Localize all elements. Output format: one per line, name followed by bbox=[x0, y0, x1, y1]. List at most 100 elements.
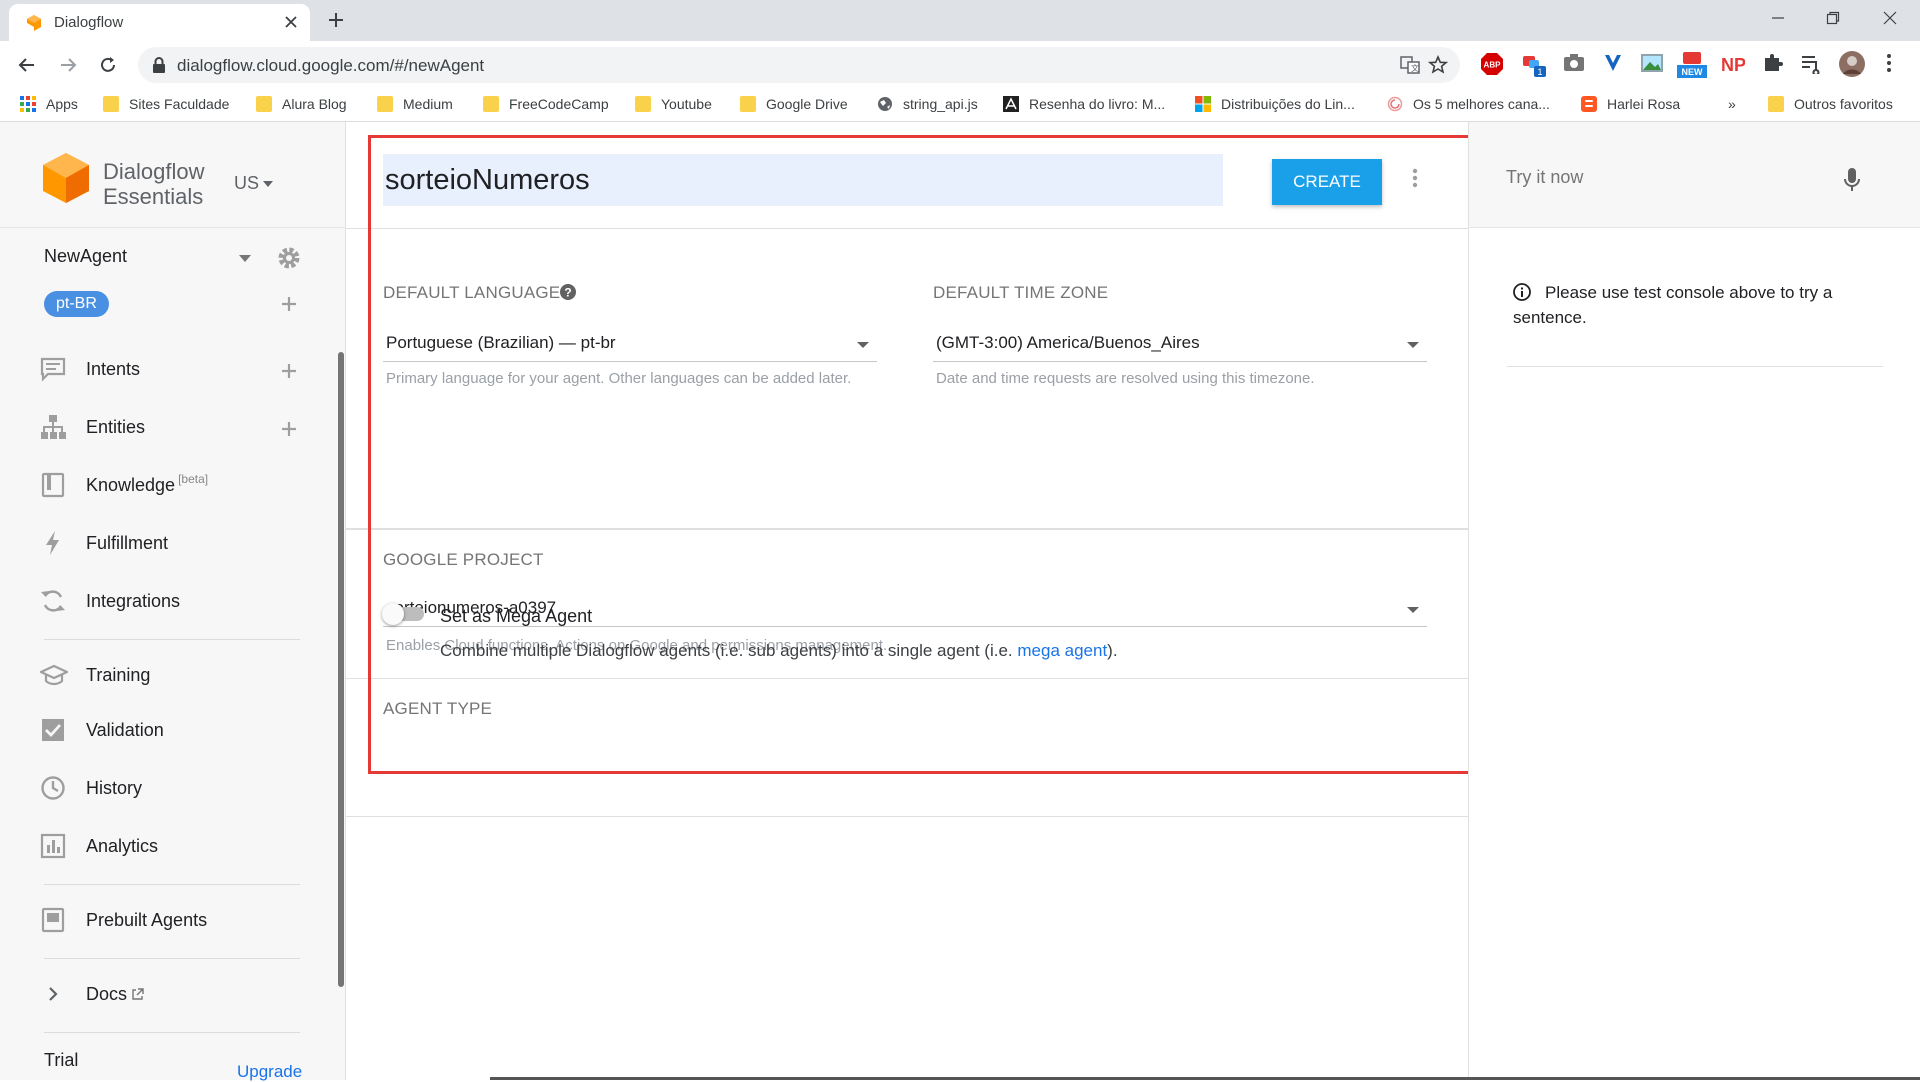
google-project-label: GOOGLE PROJECT bbox=[383, 550, 544, 569]
close-tab-icon[interactable] bbox=[284, 15, 298, 29]
sidebar-item-docs[interactable]: Docs bbox=[40, 979, 144, 1009]
default-time-zone-hint: Date and time requests are resolved usin… bbox=[936, 370, 1315, 387]
add-language-icon[interactable] bbox=[281, 296, 297, 312]
sidebar-scrollbar[interactable] bbox=[338, 352, 344, 987]
bookmark-youtube[interactable]: Youtube bbox=[635, 96, 712, 112]
avatar[interactable] bbox=[1838, 50, 1866, 78]
create-button[interactable]: CREATE bbox=[1272, 159, 1382, 205]
default-language-select[interactable]: Portuguese (Brazilian) — pt-br bbox=[383, 328, 877, 362]
gear-icon[interactable] bbox=[276, 245, 302, 271]
chevron-right-icon bbox=[40, 981, 66, 1007]
new-tab-icon[interactable] bbox=[327, 11, 345, 29]
trial-label: Trial bbox=[44, 1050, 79, 1070]
default-language-hint: Primary language for your agent. Other l… bbox=[386, 370, 852, 387]
help-icon[interactable]: ? bbox=[560, 284, 576, 300]
svg-text:1: 1 bbox=[1537, 67, 1542, 77]
agent-name-input[interactable] bbox=[383, 154, 1223, 206]
minimize-icon[interactable] bbox=[1770, 10, 1786, 26]
language-timezone-section: DEFAULT LANGUAGE ? Portuguese (Brazilian… bbox=[346, 229, 1468, 529]
agent-type-label: AGENT TYPE bbox=[383, 699, 493, 718]
mega-agent-link[interactable]: mega agent bbox=[1017, 641, 1107, 660]
np-extension-icon[interactable]: NP bbox=[1721, 54, 1745, 74]
bookmark-star-icon[interactable] bbox=[1428, 55, 1448, 75]
beta-badge: [beta] bbox=[178, 472, 209, 486]
try-it-now-input[interactable]: Try it now bbox=[1506, 167, 1583, 188]
book-logo-icon bbox=[1003, 96, 1019, 112]
sidebar-item-history[interactable]: History bbox=[40, 773, 142, 803]
adblock-plus-icon[interactable]: ABP bbox=[1480, 52, 1504, 76]
folder-icon bbox=[1768, 96, 1784, 112]
sidebar-item-validation[interactable]: Validation bbox=[40, 715, 164, 745]
sidebar-divider bbox=[44, 884, 300, 885]
bookmarks-overflow[interactable]: » bbox=[1728, 96, 1736, 112]
camera-icon[interactable] bbox=[1563, 52, 1585, 72]
reading-list-icon[interactable] bbox=[1800, 52, 1822, 74]
back-icon[interactable] bbox=[17, 55, 37, 75]
sidebar-item-fulfillment[interactable]: Fulfillment bbox=[40, 528, 168, 558]
bookmark-resenha[interactable]: Resenha do livro: M... bbox=[1003, 96, 1165, 112]
bookmark-os-5-melhores[interactable]: Os 5 melhores cana... bbox=[1387, 96, 1550, 112]
bookmark-distribuicoes[interactable]: Distribuições do Lin... bbox=[1195, 96, 1355, 112]
forward-icon[interactable] bbox=[58, 55, 78, 75]
bookmark-string-api[interactable]: string_api.js bbox=[877, 96, 978, 112]
add-entity-icon[interactable] bbox=[281, 421, 297, 437]
bookmark-freecodecamp[interactable]: FreeCodeCamp bbox=[483, 96, 609, 112]
knowledge-icon bbox=[40, 472, 66, 498]
address-bar[interactable]: dialogflow.cloud.google.com/#/newAgent 文 bbox=[138, 47, 1460, 83]
bookmark-apps[interactable]: Apps bbox=[20, 96, 78, 112]
browser-menu-icon[interactable] bbox=[1886, 52, 1892, 74]
globe-icon bbox=[877, 96, 893, 112]
folder-icon bbox=[103, 96, 119, 112]
sidebar-item-analytics[interactable]: Analytics bbox=[40, 831, 158, 861]
logo-area: Dialogflow Essentials US bbox=[0, 122, 346, 228]
caret-down-icon bbox=[1407, 607, 1419, 613]
agent-selector[interactable]: NewAgent bbox=[44, 246, 127, 267]
blogger-icon bbox=[1581, 96, 1597, 112]
reload-icon[interactable] bbox=[98, 55, 118, 75]
bookmark-sites-faculdade[interactable]: Sites Faculdade bbox=[103, 96, 229, 112]
svg-text:NP: NP bbox=[1721, 55, 1745, 74]
svg-text:ABP: ABP bbox=[1484, 61, 1502, 70]
region-selector[interactable]: US bbox=[234, 173, 274, 194]
upgrade-link[interactable]: Upgrade bbox=[237, 1062, 302, 1082]
bookmark-outros-favoritos[interactable]: Outros favoritos bbox=[1768, 96, 1893, 112]
bookmark-google-drive[interactable]: Google Drive bbox=[740, 96, 848, 112]
extensions-puzzle-icon[interactable] bbox=[1762, 52, 1784, 74]
new-extension-icon[interactable]: NEW bbox=[1677, 52, 1707, 78]
test-console: Try it now Please use test console above… bbox=[1468, 122, 1920, 1080]
translate-icon[interactable]: 文 bbox=[1400, 56, 1420, 74]
mega-agent-toggle[interactable] bbox=[382, 603, 428, 625]
dialogflow-logo-icon bbox=[42, 152, 90, 212]
sidebar-item-knowledge[interactable]: Knowledge [beta] bbox=[40, 470, 208, 500]
sidebar-item-intents[interactable]: Intents bbox=[40, 354, 140, 384]
browser-tab[interactable]: Dialogflow bbox=[9, 4, 310, 41]
add-intent-icon[interactable] bbox=[281, 363, 297, 379]
image-extension-icon[interactable] bbox=[1640, 52, 1664, 74]
sidebar-item-training[interactable]: Training bbox=[40, 660, 150, 690]
bookmark-medium[interactable]: Medium bbox=[377, 96, 453, 112]
language-chip[interactable]: pt-BR bbox=[44, 291, 109, 317]
sidebar-item-entities[interactable]: Entities bbox=[40, 412, 145, 442]
sidebar: Dialogflow Essentials US NewAgent pt-BR … bbox=[0, 122, 346, 1082]
sidebar-item-integrations[interactable]: Integrations bbox=[40, 586, 180, 616]
sidebar-item-prebuilt-agents[interactable]: Prebuilt Agents bbox=[40, 905, 207, 935]
sidebar-divider bbox=[44, 958, 300, 959]
folder-icon bbox=[740, 96, 756, 112]
extension-badge-icon[interactable]: 1 bbox=[1521, 52, 1547, 78]
bookmarks-bar: Apps Sites Faculdade Alura Blog Medium F… bbox=[0, 88, 1920, 122]
folder-icon bbox=[256, 96, 272, 112]
bookmark-harlei-rosa[interactable]: Harlei Rosa bbox=[1581, 96, 1680, 112]
restore-icon[interactable] bbox=[1825, 10, 1841, 26]
agent-dropdown-icon[interactable] bbox=[239, 255, 251, 262]
url-text: dialogflow.cloud.google.com/#/newAgent bbox=[177, 56, 485, 75]
lock-icon bbox=[152, 57, 166, 73]
intents-icon bbox=[40, 356, 66, 382]
microphone-icon[interactable] bbox=[1843, 167, 1861, 193]
close-window-icon[interactable] bbox=[1882, 10, 1898, 26]
default-time-zone-select[interactable]: (GMT-3:00) America/Buenos_Aires bbox=[933, 328, 1427, 362]
browser-toolbar: dialogflow.cloud.google.com/#/newAgent 文… bbox=[0, 41, 1920, 88]
svg-text:?: ? bbox=[564, 286, 571, 300]
bookmark-alura-blog[interactable]: Alura Blog bbox=[256, 96, 347, 112]
v-extension-icon[interactable] bbox=[1602, 52, 1624, 74]
more-options-icon[interactable] bbox=[1412, 168, 1418, 188]
